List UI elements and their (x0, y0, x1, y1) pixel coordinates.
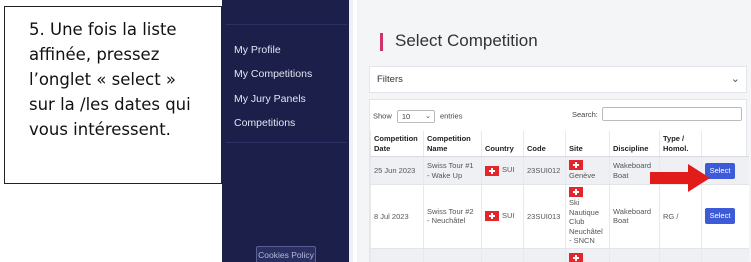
swiss-flag-icon (569, 253, 583, 262)
sidebar-item-competitions[interactable]: Competitions (234, 117, 295, 129)
search-label: Search: (572, 110, 598, 119)
filters-label: Filters (377, 74, 403, 85)
sidebar-divider (226, 24, 347, 25)
cell-site: Ski Nautique Club Neuchâtel - SNCN (565, 184, 610, 249)
instruction-callout: 5. Une fois la liste affinée, pressez l’… (4, 6, 222, 184)
cell-type: RG / (659, 184, 702, 249)
arrow-shaft (650, 172, 690, 184)
select-button[interactable]: Select (705, 208, 735, 225)
chevron-down-icon[interactable]: ⌄ (731, 72, 740, 85)
main-content: Select Competition Filters ⌄ Show 10 ⌄ e… (357, 0, 751, 262)
cell-code: 23SUI013 (523, 184, 566, 249)
cell-site: Genève (565, 156, 610, 185)
sidebar-edge (349, 0, 353, 262)
col-header-country[interactable]: Country (481, 131, 524, 157)
entries-label: entries (439, 111, 463, 121)
cell-action: Select (701, 184, 749, 249)
swiss-flag-icon (569, 187, 583, 197)
callout-line: l’onglet « select » (29, 70, 177, 89)
sidebar: My Profile My Competitions My Jury Panel… (222, 0, 353, 262)
title-accent (380, 33, 383, 51)
page-size-control: Show 10 ⌄ entries (373, 110, 462, 123)
col-header-type[interactable]: Type / Homol. (659, 131, 702, 157)
swiss-flag-icon (485, 211, 499, 222)
cell-name: Swiss Tour #1 - Wake Up (423, 156, 482, 185)
cell-empty (701, 248, 749, 262)
cell-empty (523, 248, 566, 262)
cell-date: 25 Jun 2023 (370, 156, 424, 185)
cell-empty (423, 248, 482, 262)
col-header-date[interactable]: Competition Date (370, 131, 424, 157)
cell-country: SUI (481, 184, 524, 249)
cookies-policy-button[interactable]: Cookies Policy (256, 246, 316, 262)
cell-code: 23SUI012 (523, 156, 566, 185)
site-name: Ski Nautique Club Neuchâtel - SNCN (569, 198, 603, 245)
callout-line: sur la /les dates qui (29, 95, 191, 114)
chevron-down-icon: ⌄ (424, 113, 431, 120)
callout-line: vous intéressent. (29, 120, 171, 139)
cell-name: Swiss Tour #2 - Neuchâtel (423, 184, 482, 249)
arrow-head (688, 164, 710, 192)
cell-site (565, 248, 610, 262)
col-header-site[interactable]: Site (565, 131, 610, 157)
filters-panel[interactable]: Filters ⌄ (369, 66, 747, 93)
sidebar-item-my-jury-panels[interactable]: My Jury Panels (234, 93, 306, 105)
swiss-flag-icon (485, 165, 499, 176)
show-label: Show (373, 111, 392, 121)
page-size-select[interactable]: 10 ⌄ (396, 110, 435, 123)
cell-country: SUI (481, 156, 524, 185)
table-row: 8 Jul 2023 Swiss Tour #2 - Neuchâtel SUI… (370, 184, 749, 249)
col-header-name[interactable]: Competition Name (423, 131, 482, 157)
sidebar-divider (226, 142, 347, 143)
callout-line: 5. Une fois la liste (29, 20, 177, 39)
cell-empty (481, 248, 524, 262)
country-code: SUI (502, 211, 515, 221)
cell-empty (609, 248, 660, 262)
sidebar-item-my-profile[interactable]: My Profile (234, 44, 281, 56)
col-header-discipline[interactable]: Discipline (609, 131, 660, 157)
swiss-flag-icon (569, 160, 583, 171)
cell-empty (659, 248, 702, 262)
cell-discipline: Wakeboard Boat (609, 184, 660, 249)
country-code: SUI (502, 165, 515, 175)
cell-empty (370, 248, 424, 262)
callout-line: affinée, pressez (29, 45, 160, 64)
competitions-table: Competition Date Competition Name Countr… (370, 131, 749, 262)
search-input[interactable] (602, 107, 742, 121)
page-size-value: 10 (401, 112, 411, 121)
cell-date: 8 Jul 2023 (370, 184, 424, 249)
table-row (370, 248, 749, 262)
sidebar-item-my-competitions[interactable]: My Competitions (234, 68, 312, 80)
table-header-row: Competition Date Competition Name Countr… (370, 131, 749, 157)
col-header-code[interactable]: Code (523, 131, 566, 157)
col-header-action (701, 131, 749, 157)
site-name: Genève (569, 171, 596, 181)
page-title: Select Competition (395, 31, 538, 50)
